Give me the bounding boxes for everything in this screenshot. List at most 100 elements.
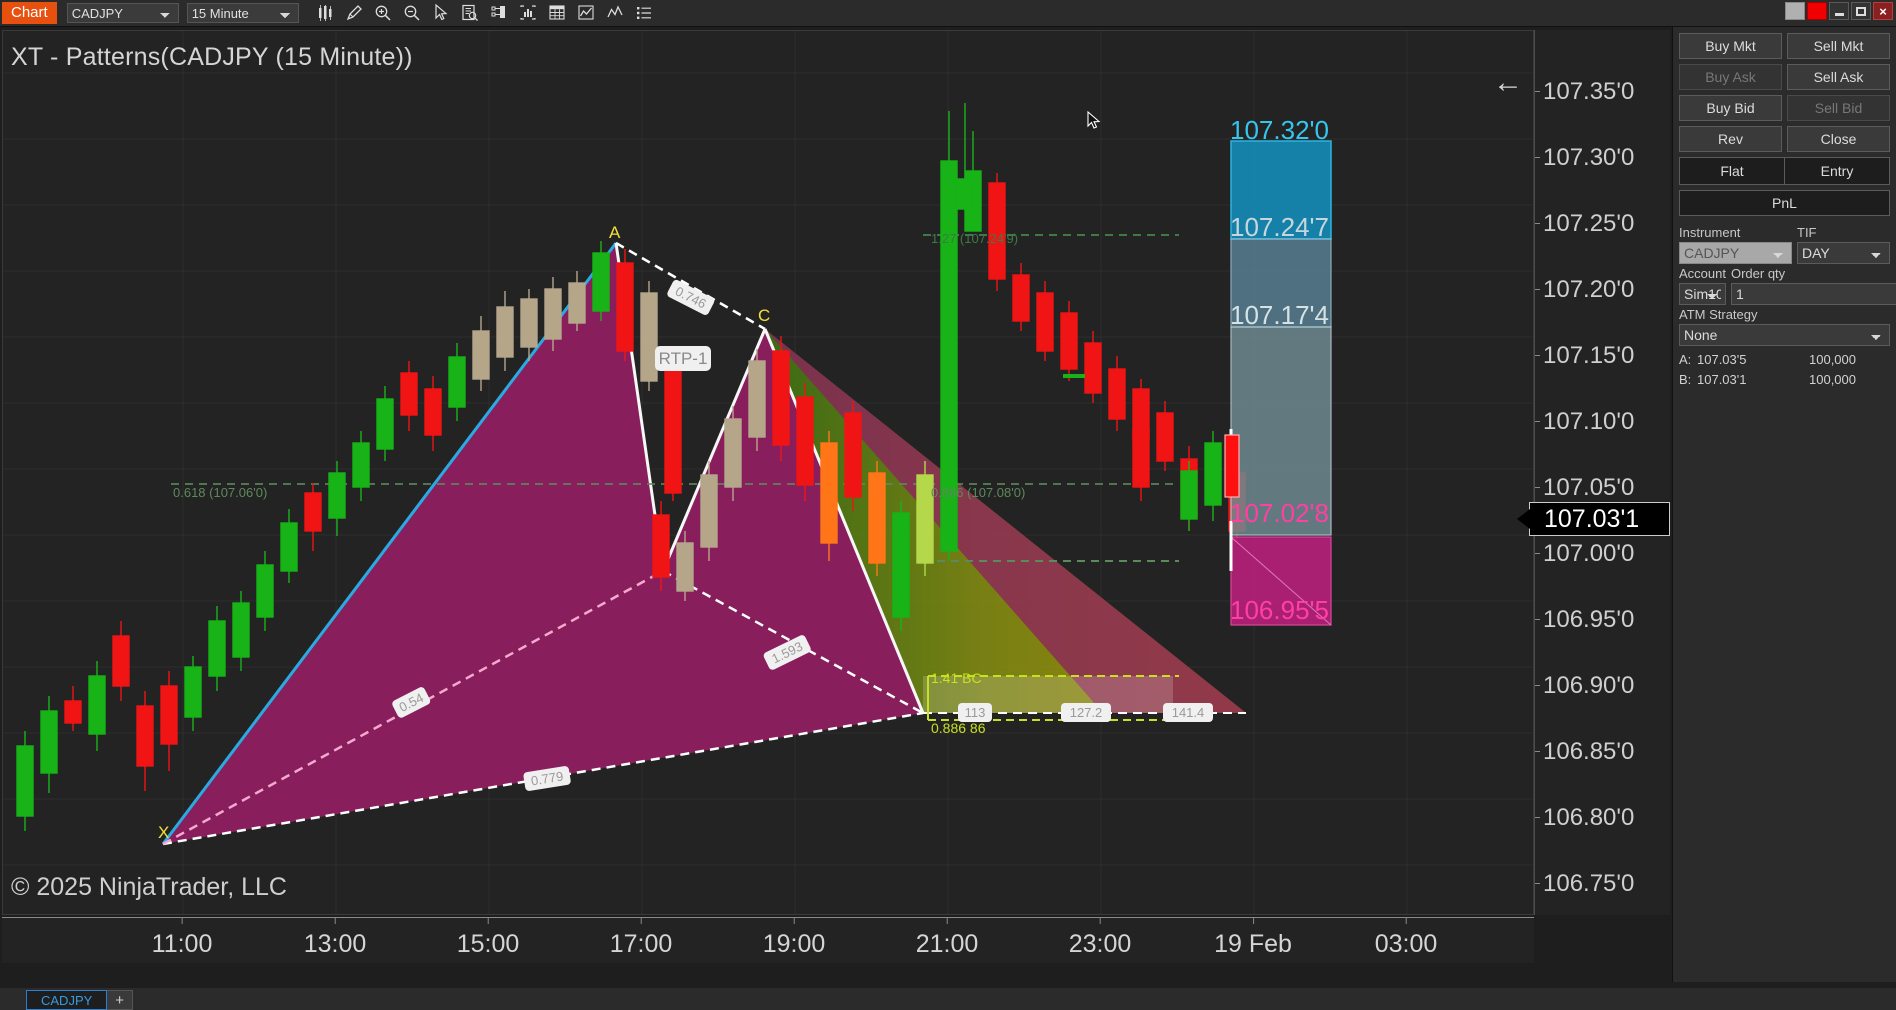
time-axis[interactable]: 11:00 13:00 15:00 17:00 19:00 21:00 23:0… xyxy=(2,917,1534,963)
mouse-cursor-icon xyxy=(1087,110,1101,136)
zoom-out-icon[interactable] xyxy=(400,2,425,24)
sell-bid-button[interactable]: Sell Bid xyxy=(1787,95,1890,121)
line-chart-icon[interactable] xyxy=(574,2,599,24)
instrument-label: Instrument xyxy=(1679,225,1741,240)
svg-text:C: C xyxy=(758,306,770,325)
price-tick: 107.00'0 xyxy=(1534,540,1635,567)
price-tick: 106.95'0 xyxy=(1534,606,1635,633)
svg-text:0.618 (107.06'0): 0.618 (107.06'0) xyxy=(173,485,267,500)
account-select[interactable]: Sim101 xyxy=(1679,283,1726,305)
link-red-button[interactable] xyxy=(1807,2,1827,20)
svg-text:141.4: 141.4 xyxy=(1172,705,1205,720)
entry-button[interactable]: Entry xyxy=(1784,158,1889,184)
indicators-icon[interactable] xyxy=(516,2,541,24)
account-qty-row: Account Sim101 Order qty ▲▼ xyxy=(1679,266,1896,305)
order-button-row: Buy Ask Sell Ask xyxy=(1679,64,1890,90)
chart-plot-panel[interactable]: XT - Patterns(CADJPY (15 Minute)) © 2025… xyxy=(2,30,1534,915)
ask-row: A: 107.03'5 100,000 xyxy=(1679,352,1890,367)
atm-strategy-select[interactable]: None xyxy=(1679,324,1890,346)
bid-price: 107.03'1 xyxy=(1697,372,1747,387)
link-gray-button[interactable] xyxy=(1785,2,1805,20)
atm-strategy-group: ATM Strategy None xyxy=(1679,307,1890,346)
atm-strategy-label: ATM Strategy xyxy=(1679,307,1758,322)
tif-label: TIF xyxy=(1797,225,1817,240)
close-position-button[interactable]: Close xyxy=(1787,126,1890,152)
time-tick: 23:00 xyxy=(1068,917,1132,958)
toolbar-icon-group xyxy=(313,2,657,24)
drawing-pencil-icon[interactable] xyxy=(342,2,367,24)
buy-ask-button[interactable]: Buy Ask xyxy=(1679,64,1782,90)
instrument-field[interactable]: CADJPY xyxy=(1679,242,1792,264)
tab-cadjpy[interactable]: CADJPY xyxy=(26,990,108,1010)
close-window-button[interactable]: × xyxy=(1873,2,1893,20)
chart-area: XT - Patterns(CADJPY (15 Minute)) © 2025… xyxy=(0,27,1672,1010)
rev-button[interactable]: Rev xyxy=(1679,126,1782,152)
properties-icon[interactable] xyxy=(603,2,628,24)
chart-toolbar: Chart CADJPY 15 Minute × xyxy=(0,0,1896,27)
data-box-icon[interactable] xyxy=(458,2,483,24)
interval-select[interactable]: 15 Minute xyxy=(186,3,299,23)
add-tab-button[interactable]: + xyxy=(107,990,134,1010)
cursor-pointer-icon[interactable] xyxy=(429,2,454,24)
instrument-tif-row: Instrument CADJPY TIF DAY xyxy=(1679,225,1890,264)
ask-price: 107.03'5 xyxy=(1697,352,1747,367)
ninjatrader-chart-window: Chart CADJPY 15 Minute × XT - Patterns(C… xyxy=(0,0,1896,1010)
price-tick: 107.10'0 xyxy=(1534,408,1635,435)
price-tick: 106.80'0 xyxy=(1534,804,1635,831)
window-controls: × xyxy=(1785,2,1893,20)
svg-text:1.41 BC: 1.41 BC xyxy=(931,670,982,686)
pnl-button[interactable]: PnL xyxy=(1679,190,1890,216)
svg-text:1.27 (107.24'9): 1.27 (107.24'9) xyxy=(931,231,1018,246)
order-qty-input[interactable] xyxy=(1731,286,1896,302)
svg-text:0.886 86: 0.886 86 xyxy=(931,720,986,736)
price-axis[interactable]: 107.35'0 107.30'0 107.25'0 107.20'0 107.… xyxy=(1517,30,1670,915)
chart-copyright: © 2025 NinjaTrader, LLC xyxy=(11,873,287,901)
tif-field-group: TIF DAY xyxy=(1797,225,1890,264)
time-tick: 21:00 xyxy=(915,917,979,958)
bar-type-icon[interactable] xyxy=(313,2,338,24)
minimize-button[interactable] xyxy=(1829,2,1849,20)
strategies-icon[interactable] xyxy=(545,2,570,24)
chart-title: XT - Patterns(CADJPY (15 Minute)) xyxy=(11,43,413,71)
order-qty-stepper[interactable]: ▲▼ xyxy=(1730,283,1896,305)
price-tick: 106.90'0 xyxy=(1534,672,1635,699)
price-tick: 107.25'0 xyxy=(1534,210,1635,237)
buy-mkt-button[interactable]: Buy Mkt xyxy=(1679,33,1782,59)
bottom-tab-bar: CADJPY + xyxy=(0,988,1896,1010)
order-qty-label: Order qty xyxy=(1730,266,1786,281)
sell-ask-button[interactable]: Sell Ask xyxy=(1787,64,1890,90)
svg-text:RTP-1: RTP-1 xyxy=(659,349,708,368)
time-tick: 19:00 xyxy=(762,917,826,958)
sell-mkt-button[interactable]: Sell Mkt xyxy=(1787,33,1890,59)
chart-menu-button[interactable]: Chart xyxy=(2,2,57,24)
price-tick: 106.75'0 xyxy=(1534,870,1635,897)
price-tick: 107.20'0 xyxy=(1534,276,1635,303)
time-tick: 13:00 xyxy=(303,917,367,958)
time-tick: 19 Feb xyxy=(1214,917,1292,958)
zoom-in-icon[interactable] xyxy=(371,2,396,24)
buy-bid-button[interactable]: Buy Bid xyxy=(1679,95,1782,121)
order-box-stop-price: 107.32'0 xyxy=(1230,115,1329,145)
order-box-entry-price: 107.02'8 xyxy=(1230,498,1329,528)
price-tick: 106.85'0 xyxy=(1534,738,1635,765)
instrument-select[interactable]: CADJPY xyxy=(66,3,179,23)
price-tick: 107.30'0 xyxy=(1534,144,1635,171)
panel-layout-icon[interactable] xyxy=(487,2,512,24)
order-box-level2-price: 107.24'7 xyxy=(1230,212,1329,242)
instrument-field-group: Instrument CADJPY xyxy=(1679,225,1792,264)
svg-text:X: X xyxy=(158,823,169,842)
ask-size: 100,000 xyxy=(1809,352,1856,367)
bid-row: B: 107.03'1 100,000 xyxy=(1679,372,1890,387)
order-button-row: Rev Close xyxy=(1679,126,1890,152)
flat-button[interactable]: Flat xyxy=(1680,158,1784,184)
svg-text:0.886 (107.08'0): 0.886 (107.08'0) xyxy=(931,485,1025,500)
back-arrow-icon[interactable]: ← xyxy=(1493,66,1523,100)
time-tick: 17:00 xyxy=(609,917,673,958)
bid-label: B: xyxy=(1679,372,1692,387)
tif-select[interactable]: DAY xyxy=(1797,242,1890,264)
order-box-level3-price: 107.17'4 xyxy=(1230,300,1329,330)
order-button-row: Buy Mkt Sell Mkt xyxy=(1679,33,1890,59)
list-icon[interactable] xyxy=(632,2,657,24)
maximize-button[interactable] xyxy=(1851,2,1871,20)
flat-entry-toggle: Flat Entry xyxy=(1679,157,1890,185)
